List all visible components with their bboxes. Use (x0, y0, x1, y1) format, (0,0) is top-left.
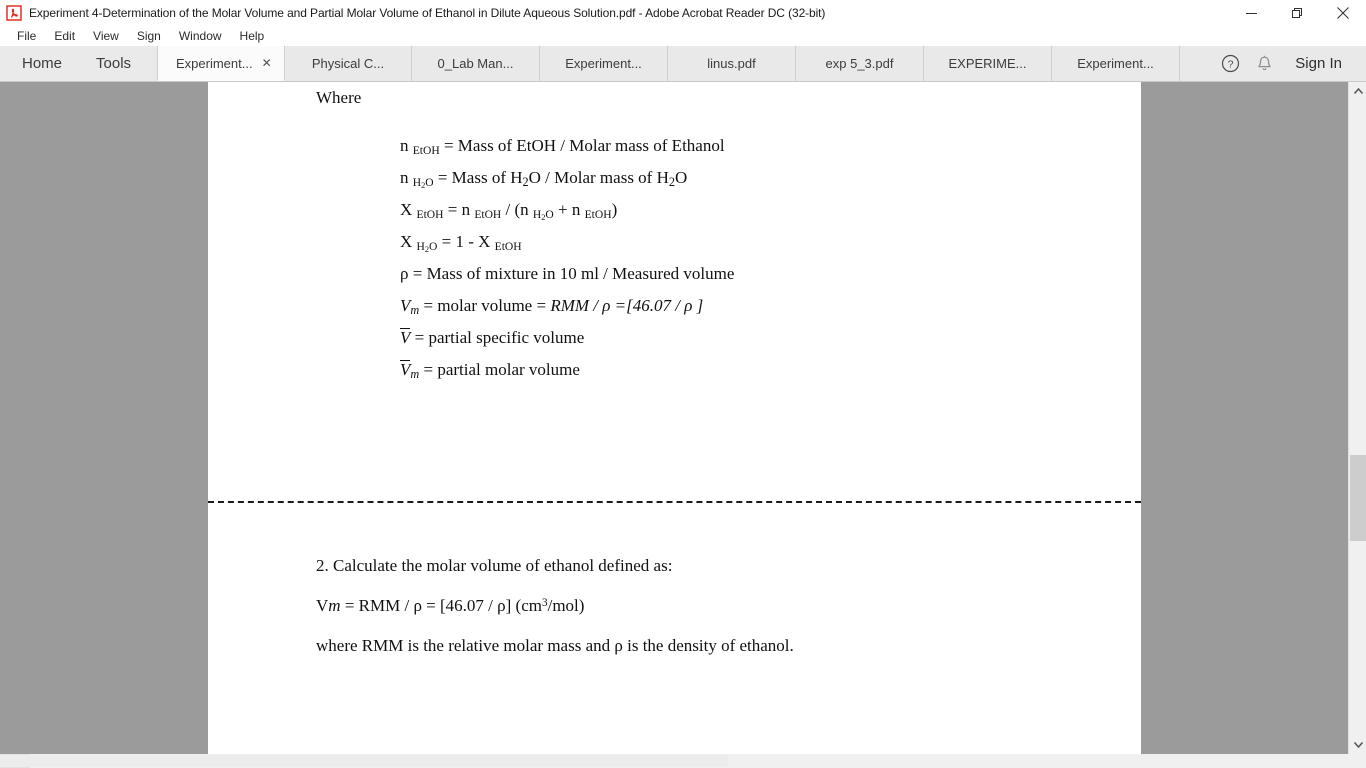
tabbar-right-group: ? Sign In (1213, 46, 1366, 81)
scrollbar-corner (1348, 754, 1366, 768)
formula-n-h2o: n H2O = Mass of H2O / Molar mass of H2O (400, 162, 734, 194)
tab-label: 0_Lab Man... (437, 56, 514, 71)
horizontal-scroll-thumb[interactable] (0, 755, 728, 767)
formula-x-etoh-text: X EtOH = n EtOH / (n H2O + n EtOH) (400, 200, 618, 223)
close-icon[interactable]: ✕ (261, 57, 273, 69)
tab-label: exp 5_3.pdf (825, 56, 894, 71)
bell-icon[interactable] (1247, 46, 1281, 81)
vertical-scrollbar[interactable] (1348, 82, 1366, 754)
pdf-page: Where n EtOH = Mass of EtOH / Molar mass… (208, 82, 1141, 754)
formula-x-etoh: X EtOH = n EtOH / (n H2O + n EtOH) (400, 194, 734, 226)
formula-vbar-m: Vm = partial molar volume (400, 354, 734, 386)
menu-item-edit[interactable]: Edit (45, 26, 84, 46)
horizontal-scrollbar[interactable] (0, 754, 1366, 768)
scroll-up-icon[interactable] (1349, 82, 1366, 100)
tab-label: EXPERIME... (948, 56, 1027, 71)
home-button[interactable]: Home (12, 46, 72, 81)
formula-vm: Vm = molar volume = RMM / ρ =[46.07 / ρ … (400, 290, 734, 322)
vertical-scroll-thumb[interactable] (1350, 455, 1366, 541)
tab-experiment-4-active[interactable]: Experiment... ✕ (157, 46, 285, 81)
minimize-button[interactable] (1228, 0, 1274, 26)
where-label: Where (316, 88, 362, 107)
tab-physical-c[interactable]: Physical C... (285, 46, 412, 81)
tab-bar: Home Tools Experiment... ✕ Physical C...… (0, 46, 1366, 82)
tab-0-lab-man[interactable]: 0_Lab Man... (412, 46, 540, 81)
document-viewport[interactable]: Where n EtOH = Mass of EtOH / Molar mass… (0, 82, 1366, 768)
formula-block: n EtOH = Mass of EtOH / Molar mass of Et… (400, 130, 734, 386)
menu-item-sign[interactable]: Sign (128, 26, 170, 46)
sign-in-button[interactable]: Sign In (1281, 55, 1354, 72)
question-2-text: 2. Calculate the molar volume of ethanol… (316, 556, 673, 575)
window-title: Experiment 4-Determination of the Molar … (29, 6, 826, 20)
tab-label: linus.pdf (707, 56, 756, 71)
scroll-down-icon[interactable] (1349, 736, 1366, 754)
formula-rho-text: ρ = Mass of mixture in 10 ml / Measured … (400, 264, 735, 283)
tools-button[interactable]: Tools (86, 46, 141, 81)
menu-item-help[interactable]: Help (231, 26, 274, 46)
formula-vbar-text: V = partial specific volume (400, 328, 585, 347)
tab-label: Physical C... (311, 56, 385, 71)
question-block: 2. Calculate the molar volume of ethanol… (316, 556, 794, 676)
menu-bar: File Edit View Sign Window Help (0, 26, 1366, 46)
tab-experiment-2[interactable]: Experiment... (540, 46, 668, 81)
formula-n-etoh: n EtOH = Mass of EtOH / Molar mass of Et… (400, 130, 734, 162)
question-circle-icon[interactable]: ? (1213, 46, 1247, 81)
formula-x-h2o: X H2O = 1 - X EtOH (400, 226, 734, 258)
formula-n-h2o-text: n H2O = Mass of H2O / Molar mass of H2O (400, 168, 688, 191)
maximize-button[interactable] (1274, 0, 1320, 26)
menu-item-window[interactable]: Window (170, 26, 231, 46)
home-tools-group: Home Tools (0, 46, 153, 81)
title-bar: Experiment 4-Determination of the Molar … (0, 0, 1366, 26)
window-controls (1228, 0, 1366, 26)
formula-x-h2o-text: X H2O = 1 - X EtOH (400, 232, 522, 255)
tab-experime[interactable]: EXPERIME... (924, 46, 1052, 81)
svg-text:?: ? (1227, 59, 1233, 71)
acrobat-icon (6, 5, 22, 21)
question-2-equation: Vm = RMM / ρ = [46.07 / ρ] (cm3/mol) (316, 596, 585, 615)
tab-exp-5-3-pdf[interactable]: exp 5_3.pdf (796, 46, 924, 81)
close-button[interactable] (1320, 0, 1366, 26)
tab-label: Experiment... (176, 55, 253, 71)
menu-item-view[interactable]: View (84, 26, 128, 46)
formula-n-etoh-text: n EtOH = Mass of EtOH / Molar mass of Et… (400, 136, 725, 158)
formula-vbar-m-text: Vm = partial molar volume (400, 360, 580, 382)
formula-vm-text: Vm = molar volume = RMM / ρ =[46.07 / ρ … (400, 296, 704, 318)
formula-rho: ρ = Mass of mixture in 10 ml / Measured … (400, 258, 734, 290)
tab-label: Experiment... (1077, 56, 1154, 71)
tab-linus-pdf[interactable]: linus.pdf (668, 46, 796, 81)
menu-item-file[interactable]: File (8, 26, 45, 46)
formula-vbar: V = partial specific volume (400, 322, 734, 354)
page-separator (208, 501, 1141, 503)
tab-experiment-3[interactable]: Experiment... (1052, 46, 1180, 81)
tab-label: Experiment... (565, 56, 642, 71)
question-2-note: where RMM is the relative molar mass and… (316, 636, 794, 655)
